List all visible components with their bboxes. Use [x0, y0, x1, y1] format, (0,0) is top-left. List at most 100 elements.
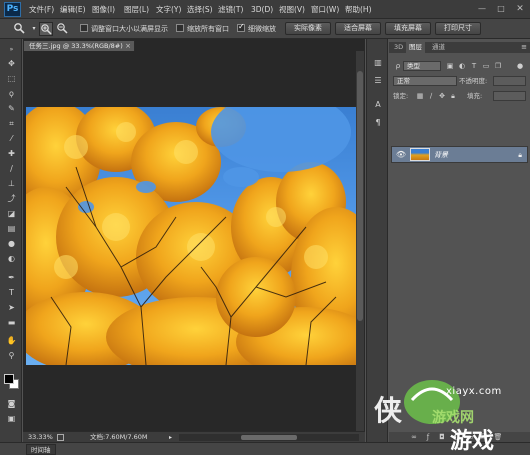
- menu-select[interactable]: 选择(S): [187, 4, 213, 16]
- lock-transparent-icon[interactable]: ▦: [415, 91, 425, 101]
- foreground-color-swatch[interactable]: [4, 374, 14, 384]
- opacity-field[interactable]: [493, 76, 526, 86]
- filter-adjustment-icon[interactable]: ◐: [457, 61, 467, 71]
- menu-layer[interactable]: 图层(L): [124, 4, 149, 16]
- document-tab-title: 任务三.jpg @ 33.3%(RGB/8#): [29, 42, 123, 50]
- layer-row-background[interactable]: 👁︎ 背景 🔒︎: [391, 146, 528, 163]
- dodge-tool-icon[interactable]: ◐: [5, 252, 18, 265]
- fit-screen-button[interactable]: 适合屏幕: [335, 22, 381, 35]
- maximize-button[interactable]: □: [495, 3, 507, 15]
- menu-image[interactable]: 图像(I): [92, 4, 115, 16]
- fill-screen-button[interactable]: 填充屏幕: [385, 22, 431, 35]
- eraser-tool-icon[interactable]: ◪: [5, 207, 18, 220]
- menu-filter[interactable]: 滤镜(T): [218, 4, 243, 16]
- zoom-all-windows-checkbox[interactable]: [176, 24, 184, 32]
- visibility-eye-icon[interactable]: 👁︎: [395, 149, 407, 161]
- history-panel-icon[interactable]: ▥: [372, 57, 384, 69]
- menu-edit[interactable]: 编辑(E): [60, 4, 86, 16]
- properties-panel-icon[interactable]: ☰: [372, 75, 384, 87]
- svg-text:游戏: 游戏: [450, 428, 494, 452]
- resize-windows-checkbox[interactable]: [80, 24, 88, 32]
- quick-select-tool-icon[interactable]: ✎: [5, 102, 18, 115]
- menu-bar: Ps 文件(F) 编辑(E) 图像(I) 图层(L) 文字(Y) 选择(S) 滤…: [0, 0, 530, 19]
- collapse-panel-icon[interactable]: »: [5, 43, 18, 56]
- crop-tool-icon[interactable]: ⌗: [5, 117, 18, 130]
- history-brush-tool-icon[interactable]: ⤴: [5, 192, 18, 205]
- hand-tool-icon[interactable]: ✋: [5, 334, 18, 347]
- panel-menu-icon[interactable]: ≡: [521, 42, 527, 53]
- layer-lock-icon: 🔒︎: [518, 151, 522, 159]
- vertical-scrollbar-thumb[interactable]: [357, 71, 363, 321]
- pen-tool-icon[interactable]: ✒: [5, 271, 18, 284]
- tab-layers[interactable]: 图层: [406, 42, 425, 53]
- move-tool-icon[interactable]: ✥: [5, 57, 18, 70]
- timeline-tab[interactable]: 时间轴: [26, 444, 56, 455]
- blend-mode-select[interactable]: 正常: [393, 76, 457, 86]
- canvas-image[interactable]: [26, 107, 356, 365]
- close-button[interactable]: ✕: [514, 3, 526, 15]
- fill-field[interactable]: [493, 91, 526, 101]
- brush-tool-icon[interactable]: ∕: [5, 162, 18, 175]
- filter-toggle-icon[interactable]: ●: [515, 61, 525, 71]
- quick-mask-icon[interactable]: ◙: [5, 397, 18, 410]
- tab-3d[interactable]: 3D: [391, 42, 406, 53]
- watermark-text: xiayx.com: [446, 386, 502, 397]
- gradient-tool-icon[interactable]: ▤: [5, 222, 18, 235]
- filter-smart-object-icon[interactable]: ❐: [493, 61, 503, 71]
- status-bar: 33.33% 文档:7.60M/7.60M ▸: [23, 431, 365, 442]
- lock-label: 锁定:: [393, 92, 409, 100]
- menu-file[interactable]: 文件(F): [29, 4, 54, 16]
- layer-thumbnail: [410, 148, 430, 161]
- lock-position-icon[interactable]: ✥: [437, 91, 447, 101]
- filter-type-icon[interactable]: T: [469, 61, 479, 71]
- menu-help[interactable]: 帮助(H): [345, 4, 372, 16]
- horizontal-scrollbar-thumb[interactable]: [241, 435, 297, 440]
- screen-mode-icon[interactable]: ▣: [5, 412, 18, 425]
- paragraph-panel-icon[interactable]: ¶: [372, 117, 384, 129]
- lasso-tool-icon[interactable]: ϙ: [5, 87, 18, 100]
- opacity-label: 不透明度:: [459, 77, 488, 85]
- clone-stamp-tool-icon[interactable]: ⊥: [5, 177, 18, 190]
- type-tool-icon[interactable]: T: [5, 286, 18, 299]
- print-size-button[interactable]: 打印尺寸: [435, 22, 481, 35]
- scrubby-zoom-checkbox[interactable]: [237, 22, 245, 32]
- menu-view[interactable]: 视图(V): [279, 4, 305, 16]
- tools-panel: » ✥ ⬚ ϙ ✎ ⌗ ⁄ ✚ ∕ ⊥ ⤴ ◪ ▤ ● ◐ ✒ T ➤ ▬ ✋ …: [0, 39, 22, 442]
- vertical-scrollbar[interactable]: [356, 51, 364, 431]
- menu-window[interactable]: 窗口(W): [311, 4, 339, 16]
- zoom-tool-icon[interactable]: [12, 22, 26, 36]
- zoom-tool-icon[interactable]: ⚲: [5, 349, 18, 362]
- zoom-in-icon[interactable]: [39, 22, 53, 36]
- menu-type[interactable]: 文字(Y): [156, 4, 181, 16]
- horizontal-scrollbar[interactable]: [179, 434, 359, 441]
- close-document-icon[interactable]: ×: [125, 41, 131, 51]
- filter-pixel-icon[interactable]: ▣: [445, 61, 455, 71]
- svg-text:游戏网: 游戏网: [432, 409, 474, 426]
- panel-tab-bar: 3D 图层 通道 ≡: [389, 42, 530, 53]
- menu-3d[interactable]: 3D(D): [251, 4, 273, 16]
- svg-text:侠: 侠: [374, 394, 403, 427]
- marquee-tool-icon[interactable]: ⬚: [5, 72, 18, 85]
- filter-search-icon: ρ: [395, 62, 401, 70]
- resize-windows-label: 调整窗口大小以满屏显示: [91, 25, 168, 33]
- lock-all-icon[interactable]: 🔒︎: [448, 91, 458, 101]
- zoom-out-icon[interactable]: [55, 22, 69, 36]
- actual-pixels-button[interactable]: 实际像素: [285, 22, 331, 35]
- watermark-logo: 侠 游戏网 游戏: [370, 372, 520, 454]
- character-panel-icon[interactable]: A: [372, 99, 384, 111]
- zoom-all-windows-label: 缩放所有窗口: [187, 25, 229, 33]
- filter-shape-icon[interactable]: ▭: [481, 61, 491, 71]
- shape-tool-icon[interactable]: ▬: [5, 316, 18, 329]
- lock-image-icon[interactable]: ∕: [426, 91, 436, 101]
- photoshop-logo: Ps: [4, 2, 21, 17]
- document-tab[interactable]: 任务三.jpg @ 33.3%(RGB/8#) ×: [23, 40, 135, 51]
- path-selection-tool-icon[interactable]: ➤: [5, 301, 18, 314]
- blur-tool-icon[interactable]: ●: [5, 237, 18, 250]
- tab-channels[interactable]: 通道: [429, 42, 448, 53]
- eyedropper-tool-icon[interactable]: ⁄: [5, 132, 18, 145]
- status-icon[interactable]: [57, 434, 64, 441]
- healing-brush-tool-icon[interactable]: ✚: [5, 147, 18, 160]
- minimize-button[interactable]: —: [476, 3, 488, 15]
- options-bar: ▾ 调整窗口大小以满屏显示 缩放所有窗口 细微缩放 实际像素 适合屏幕 填充屏幕…: [0, 19, 530, 39]
- layer-filter-kind-select[interactable]: 类型: [403, 61, 441, 71]
